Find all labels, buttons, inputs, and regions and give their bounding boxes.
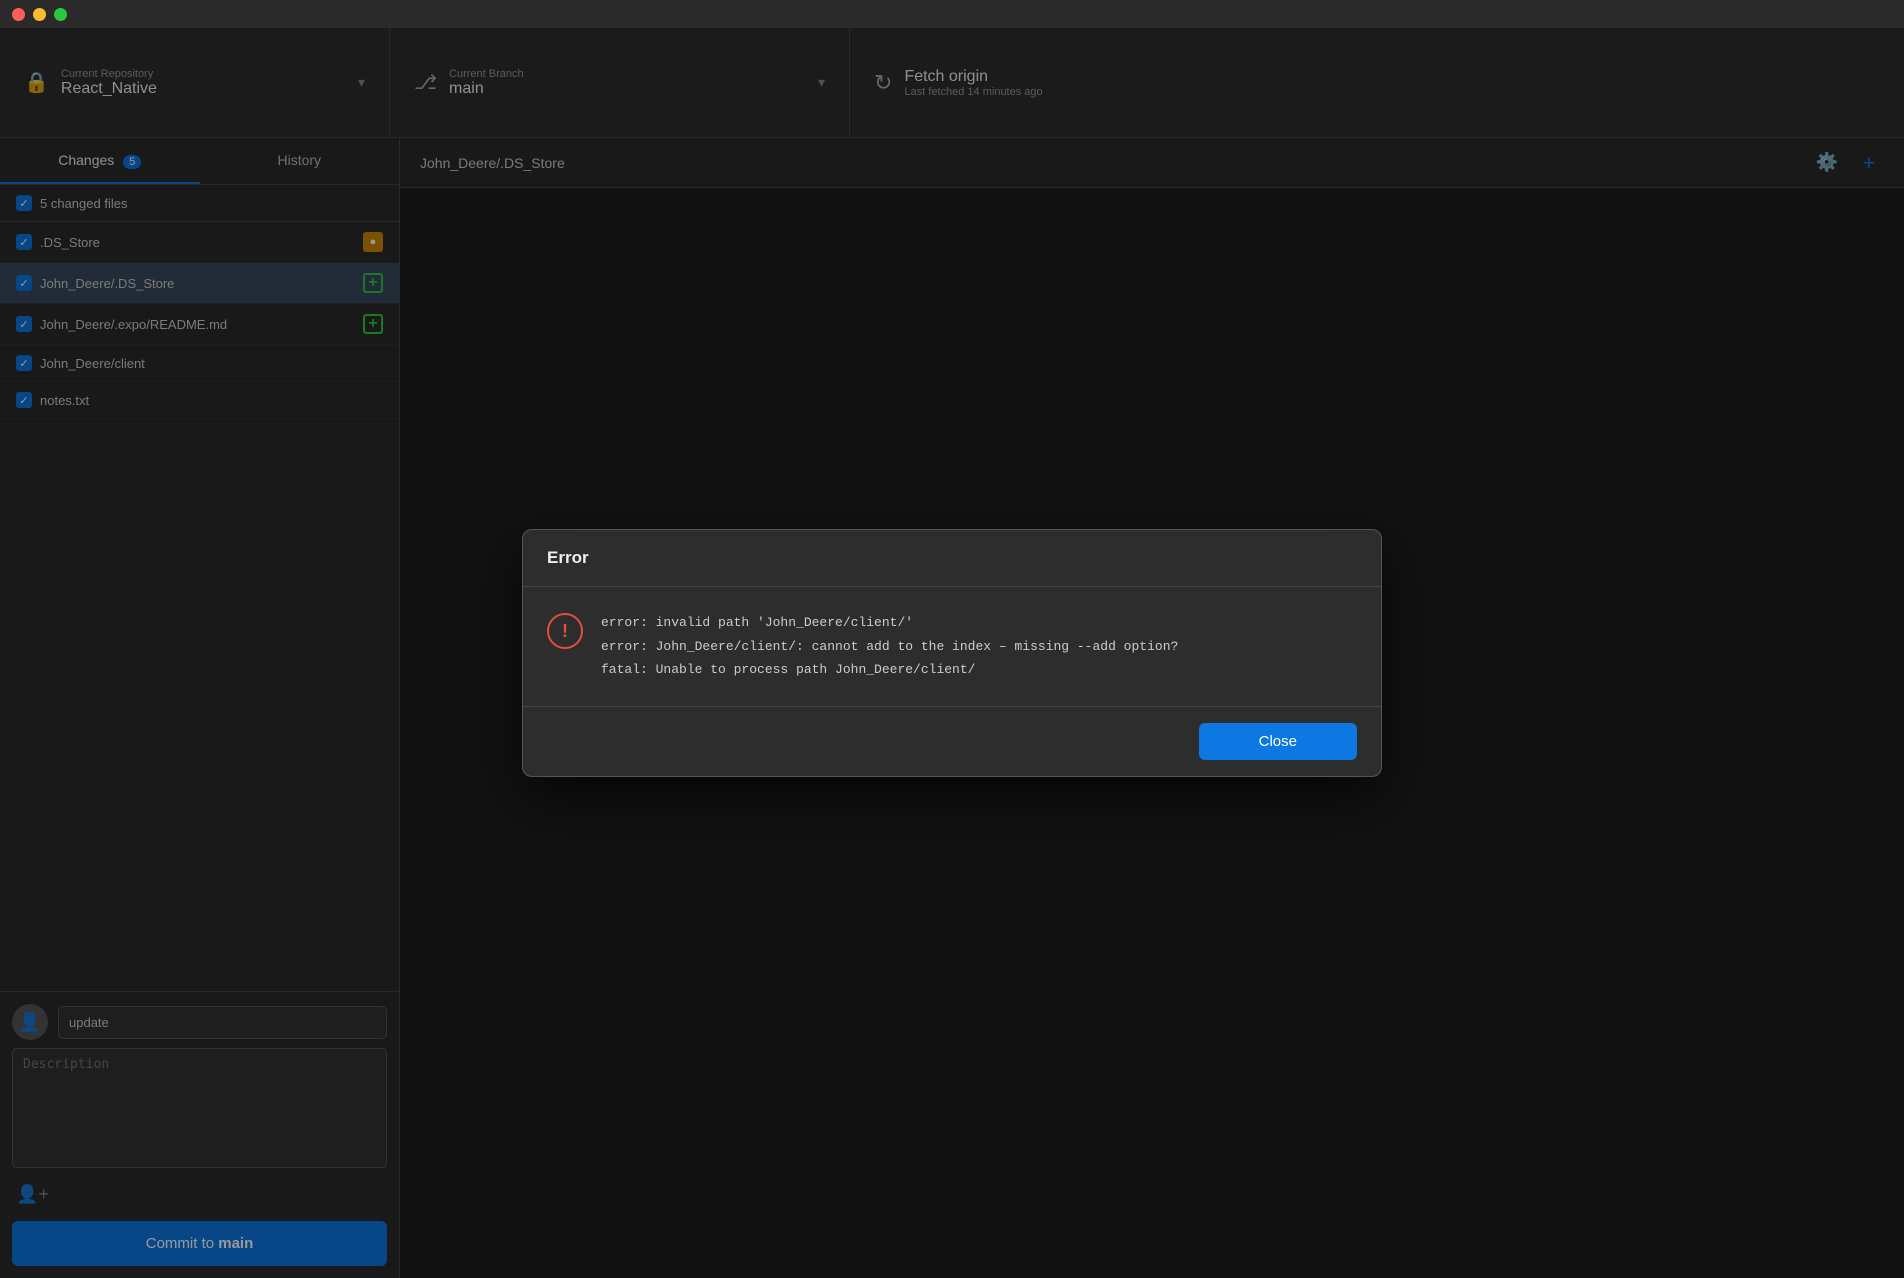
- error-line-2: error: John_Deere/client/: cannot add to…: [601, 635, 1178, 658]
- error-line-1: error: invalid path 'John_Deere/client/': [601, 611, 1178, 634]
- error-dialog-header: Error: [523, 530, 1381, 587]
- error-line-3: fatal: Unable to process path John_Deere…: [601, 658, 1178, 681]
- error-messages: error: invalid path 'John_Deere/client/'…: [601, 611, 1178, 681]
- error-dialog: Error ! error: invalid path 'John_Deere/…: [522, 529, 1382, 776]
- close-button[interactable]: Close: [1199, 723, 1357, 760]
- error-dialog-footer: Close: [523, 706, 1381, 776]
- error-overlay: Error ! error: invalid path 'John_Deere/…: [0, 28, 1904, 1278]
- error-dialog-title: Error: [547, 548, 589, 567]
- close-button-traffic[interactable]: [12, 8, 25, 21]
- error-icon: !: [547, 613, 583, 649]
- minimize-button-traffic[interactable]: [33, 8, 46, 21]
- titlebar: [0, 0, 1904, 28]
- error-dialog-body: ! error: invalid path 'John_Deere/client…: [523, 587, 1381, 705]
- maximize-button-traffic[interactable]: [54, 8, 67, 21]
